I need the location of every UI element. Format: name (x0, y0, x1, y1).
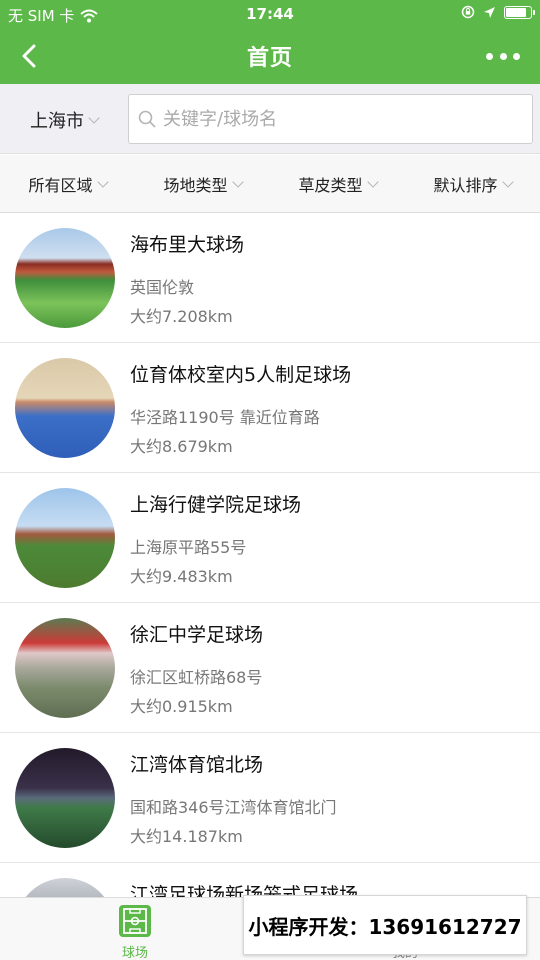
chevron-down-icon (88, 112, 100, 124)
filter-turf-type[interactable]: 草皮类型 (270, 155, 405, 212)
tab-venues-label: 球场 (121, 946, 148, 960)
venue-address: 华泾路1190号 靠近位育路 (130, 408, 320, 427)
filter-sort-label: 默认排序 (433, 175, 498, 195)
chevron-down-icon (366, 175, 379, 188)
city-label: 上海市 (30, 111, 84, 132)
venue-item[interactable]: 位育体校室内5人制足球场 华泾路1190号 靠近位育路 大约8.679km (0, 343, 540, 473)
venue-distance: 大约7.208km (130, 307, 233, 326)
venue-distance: 大约8.679km (130, 437, 233, 456)
venue-name: 海布里大球场 (130, 234, 245, 256)
venue-item[interactable]: 江湾体育馆北场 国和路346号江湾体育馆北门 大约14.187km (0, 733, 540, 863)
venue-name: 上海行健学院足球场 (130, 494, 302, 516)
venue-thumbnail (15, 358, 115, 458)
venue-distance: 大约14.187km (130, 827, 243, 846)
venue-thumbnail (15, 488, 115, 588)
status-time: 17:44 (246, 5, 294, 23)
venue-thumbnail (15, 618, 115, 718)
venue-thumbnail (15, 228, 115, 328)
venue-list: 海布里大球场 英国伦敦 大约7.208km 位育体校室内5人制足球场 华泾路11… (0, 213, 540, 897)
venue-distance: 大约0.915km (130, 697, 233, 716)
status-bar: 无 SIM 卡 17:44 (0, 0, 540, 28)
chevron-down-icon (96, 175, 109, 188)
more-dot (513, 52, 520, 60)
filter-turf-type-label: 草皮类型 (298, 175, 363, 195)
venue-thumbnail (15, 748, 115, 848)
city-selector[interactable]: 上海市 (30, 107, 100, 133)
filter-sort[interactable]: 默认排序 (405, 155, 540, 212)
venue-address: 徐汇区虹桥路68号 (130, 668, 263, 687)
promo-banner: 小程序开发：13691612727 (243, 895, 527, 955)
search-bar: 上海市 (0, 84, 540, 154)
venue-thumbnail (15, 878, 115, 897)
venue-item[interactable]: 江湾足球场新场笼式足球场 (0, 863, 540, 897)
more-dot (486, 52, 493, 60)
chevron-down-icon (231, 175, 244, 188)
more-icon[interactable] (486, 46, 520, 66)
venue-name: 江湾体育馆北场 (130, 754, 264, 776)
location-icon (484, 6, 495, 18)
tab-venues[interactable]: 球场 (0, 898, 270, 960)
search-box[interactable] (128, 94, 533, 144)
venue-distance: 大约9.483km (130, 567, 233, 586)
venue-name: 徐汇中学足球场 (130, 624, 264, 646)
orientation-lock-icon (461, 5, 475, 19)
search-input[interactable] (163, 108, 523, 130)
filter-venue-type[interactable]: 场地类型 (135, 155, 270, 212)
nav-bar: 首页 (0, 28, 540, 84)
status-right (461, 5, 535, 19)
venue-item[interactable]: 上海行健学院足球场 上海原平路55号 大约9.483km (0, 473, 540, 603)
venue-address: 上海原平路55号 (130, 538, 247, 557)
filter-bar: 所有区域 场地类型 草皮类型 默认排序 (0, 155, 540, 213)
venue-address: 国和路346号江湾体育馆北门 (130, 798, 337, 817)
more-dot (499, 52, 507, 60)
filter-area-label: 所有区域 (28, 175, 93, 195)
chevron-down-icon (501, 175, 514, 188)
search-icon (138, 110, 156, 128)
page-title: 首页 (246, 46, 293, 71)
battery-fill (506, 7, 527, 17)
soccer-field-icon (119, 905, 151, 937)
filter-area[interactable]: 所有区域 (0, 155, 135, 212)
battery-icon (504, 5, 535, 19)
venue-item[interactable]: 海布里大球场 英国伦敦 大约7.208km (0, 213, 540, 343)
venue-address: 英国伦敦 (130, 278, 195, 297)
venue-name: 位育体校室内5人制足球场 (130, 364, 352, 386)
venue-item[interactable]: 徐汇中学足球场 徐汇区虹桥路68号 大约0.915km (0, 603, 540, 733)
filter-venue-type-label: 场地类型 (163, 175, 228, 195)
